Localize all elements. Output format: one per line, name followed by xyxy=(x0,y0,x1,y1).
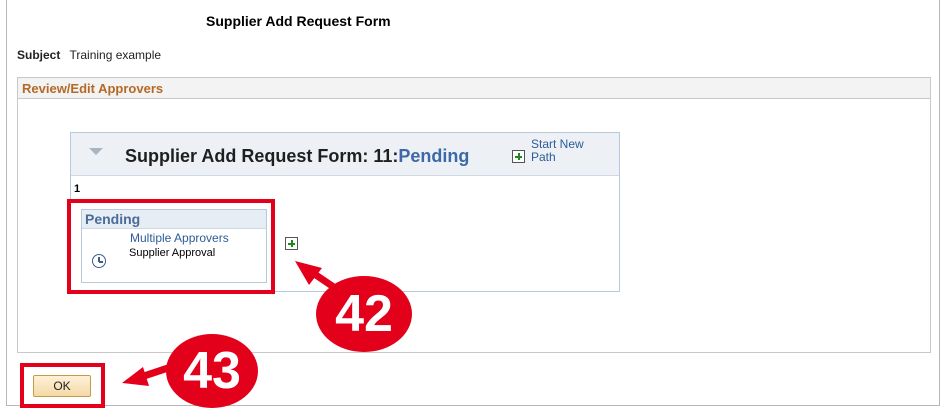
callout-42: 42 xyxy=(316,276,412,352)
annotation-arrows xyxy=(122,261,345,386)
arrow-to-ok-button xyxy=(122,363,175,386)
callout-43: 43 xyxy=(166,334,258,408)
